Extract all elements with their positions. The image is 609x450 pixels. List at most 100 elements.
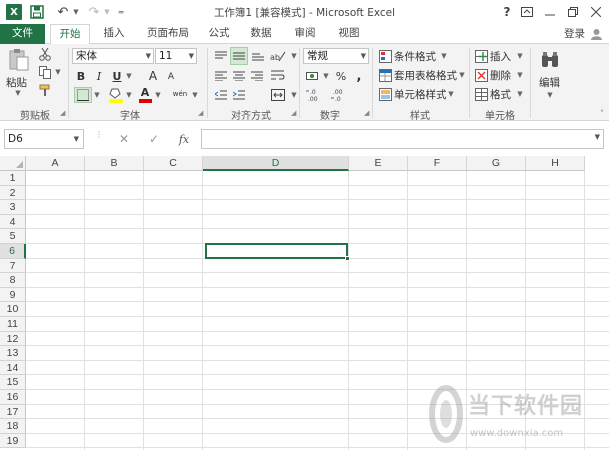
row-header-3[interactable]: 3 [0,200,26,215]
italic-button[interactable]: I [92,68,106,84]
font-color-button[interactable]: A [138,86,152,104]
decrease-decimal-icon[interactable]: .00.0 [330,87,352,103]
format-painter-icon[interactable] [38,83,52,97]
copy-dropdown-icon[interactable]: ▼ [54,68,62,76]
conditional-format-dropdown-icon[interactable]: ▼ [440,52,448,60]
row-header-17[interactable]: 17 [0,404,26,420]
user-avatar-icon[interactable] [590,28,603,40]
format-cells-button[interactable]: 格式 [490,87,511,102]
cut-icon[interactable] [38,47,52,61]
insert-cells-dropdown-icon[interactable]: ▼ [516,52,524,60]
bold-button[interactable]: B [74,68,88,84]
row-header-4[interactable]: 4 [0,214,26,230]
fill-color-dropdown-icon[interactable]: ▼ [125,91,133,99]
row-header-18[interactable]: 18 [0,419,26,434]
format-as-table-icon[interactable] [378,68,392,82]
tab-insert[interactable]: 插入 [96,24,132,44]
align-top-icon[interactable] [213,48,229,64]
number-format-combo[interactable]: 常规 ▼ [303,48,369,64]
column-header-e[interactable]: E [349,156,408,171]
formula-bar-resize-handle[interactable]: ⋮ [95,131,103,145]
number-launcher-icon[interactable]: ◢ [364,109,369,117]
row-header-19[interactable]: 19 [0,433,26,449]
underline-button[interactable]: U [110,68,124,84]
row-header-9[interactable]: 9 [0,287,26,303]
editing-button-label[interactable]: 编辑 [539,75,560,90]
tab-file[interactable]: 文件 [0,24,45,44]
merge-dropdown-icon[interactable]: ▼ [290,91,298,99]
orientation-dropdown-icon[interactable]: ▼ [290,52,298,60]
tab-page-layout[interactable]: 页面布局 [140,24,196,44]
cell-styles-button[interactable]: 单元格样式 [394,87,447,102]
cancel-button[interactable]: ✕ [114,130,134,148]
row-header-5[interactable]: 5 [0,229,26,244]
accounting-dropdown-icon[interactable]: ▼ [322,72,330,80]
increase-indent-icon[interactable] [231,87,247,103]
collapse-ribbon-icon[interactable]: ˄ [597,108,607,118]
insert-function-button[interactable]: fx [174,130,194,148]
find-select-icon[interactable] [538,49,562,71]
paste-icon[interactable] [6,48,32,72]
row-header-7[interactable]: 7 [0,258,26,274]
ribbon-display-options-button[interactable] [516,2,538,22]
phonetic-button[interactable]: wén [169,86,191,102]
conditional-format-button[interactable]: 条件格式 [394,49,436,64]
comma-style-button[interactable]: , [352,68,366,84]
formula-input[interactable]: ▼ [201,129,604,149]
insert-cells-icon[interactable] [474,49,488,63]
minimize-button[interactable] [539,2,561,22]
row-header-15[interactable]: 15 [0,375,26,390]
format-cells-dropdown-icon[interactable]: ▼ [516,90,524,98]
tab-view[interactable]: 视图 [331,24,367,44]
row-header-8[interactable]: 8 [0,273,26,288]
insert-cells-button[interactable]: 插入 [490,49,511,64]
font-color-dropdown-icon[interactable]: ▼ [154,91,162,99]
wrap-text-icon[interactable] [268,68,288,84]
delete-cells-button[interactable]: 删除 [490,68,511,83]
alignment-launcher-icon[interactable]: ◢ [291,109,296,117]
restore-button[interactable] [562,2,584,22]
align-left-icon[interactable] [213,68,229,84]
font-name-combo[interactable]: 宋体 ▼ [72,48,154,64]
close-button[interactable] [585,2,607,22]
paste-dropdown-icon[interactable]: ▼ [13,89,23,97]
align-center-icon[interactable] [231,68,247,84]
help-button[interactable]: ? [496,2,518,22]
tab-formulas[interactable]: 公式 [202,24,236,44]
chevron-down-icon[interactable]: ▼ [595,133,600,141]
increase-decimal-icon[interactable]: .0.00 [305,87,327,103]
name-box[interactable]: D6 ▼ [4,129,84,149]
delete-cells-icon[interactable] [474,68,488,82]
paste-button-label[interactable]: 粘贴 [6,75,27,90]
clipboard-launcher-icon[interactable]: ◢ [60,109,65,117]
column-header-f[interactable]: F [408,156,467,171]
borders-dropdown-icon[interactable]: ▼ [93,91,101,99]
editing-dropdown-icon[interactable]: ▼ [546,91,554,99]
font-size-combo[interactable]: 11 ▼ [155,48,197,64]
phonetic-dropdown-icon[interactable]: ▼ [191,91,199,99]
row-header-16[interactable]: 16 [0,390,26,405]
format-as-table-button[interactable]: 套用表格格式 [394,68,457,83]
accounting-format-icon[interactable] [305,68,321,84]
active-cell[interactable] [205,243,348,259]
column-header-d[interactable]: D [203,156,349,171]
tab-data[interactable]: 数据 [244,24,278,44]
row-header-12[interactable]: 12 [0,331,26,347]
cell-styles-dropdown-icon[interactable]: ▼ [447,90,455,98]
column-header-b[interactable]: B [85,156,144,171]
decrease-indent-icon[interactable] [213,87,229,103]
percent-style-button[interactable]: % [334,68,348,84]
format-cells-icon[interactable] [474,87,488,101]
login-link[interactable]: 登录 [564,24,585,44]
borders-button[interactable] [74,87,92,103]
delete-cells-dropdown-icon[interactable]: ▼ [516,71,524,79]
fill-handle[interactable] [345,256,350,261]
copy-icon[interactable] [38,65,52,79]
align-middle-icon[interactable] [230,47,248,65]
conditional-format-icon[interactable] [378,49,392,63]
font-launcher-icon[interactable]: ◢ [198,109,203,117]
row-header-13[interactable]: 13 [0,346,26,361]
shrink-font-button[interactable]: A [165,70,177,84]
orientation-icon[interactable]: ab [268,48,288,64]
underline-dropdown-icon[interactable]: ▼ [125,72,133,80]
